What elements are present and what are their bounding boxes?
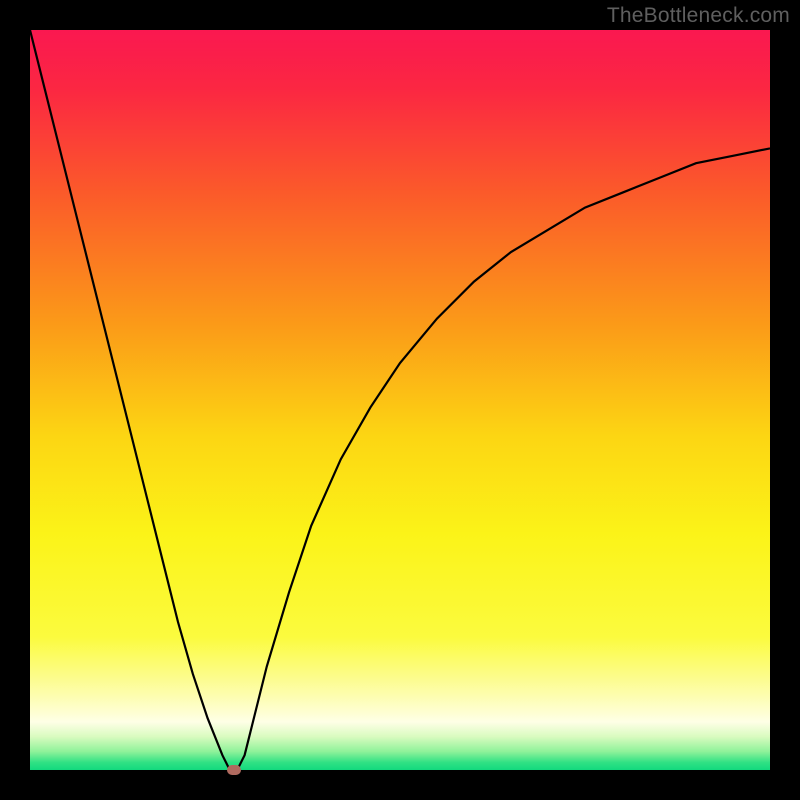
plot-area — [30, 30, 770, 770]
chart-frame: TheBottleneck.com — [0, 0, 800, 800]
minimum-marker — [227, 765, 241, 775]
attribution-label: TheBottleneck.com — [607, 4, 790, 28]
bottleneck-curve — [30, 30, 770, 770]
